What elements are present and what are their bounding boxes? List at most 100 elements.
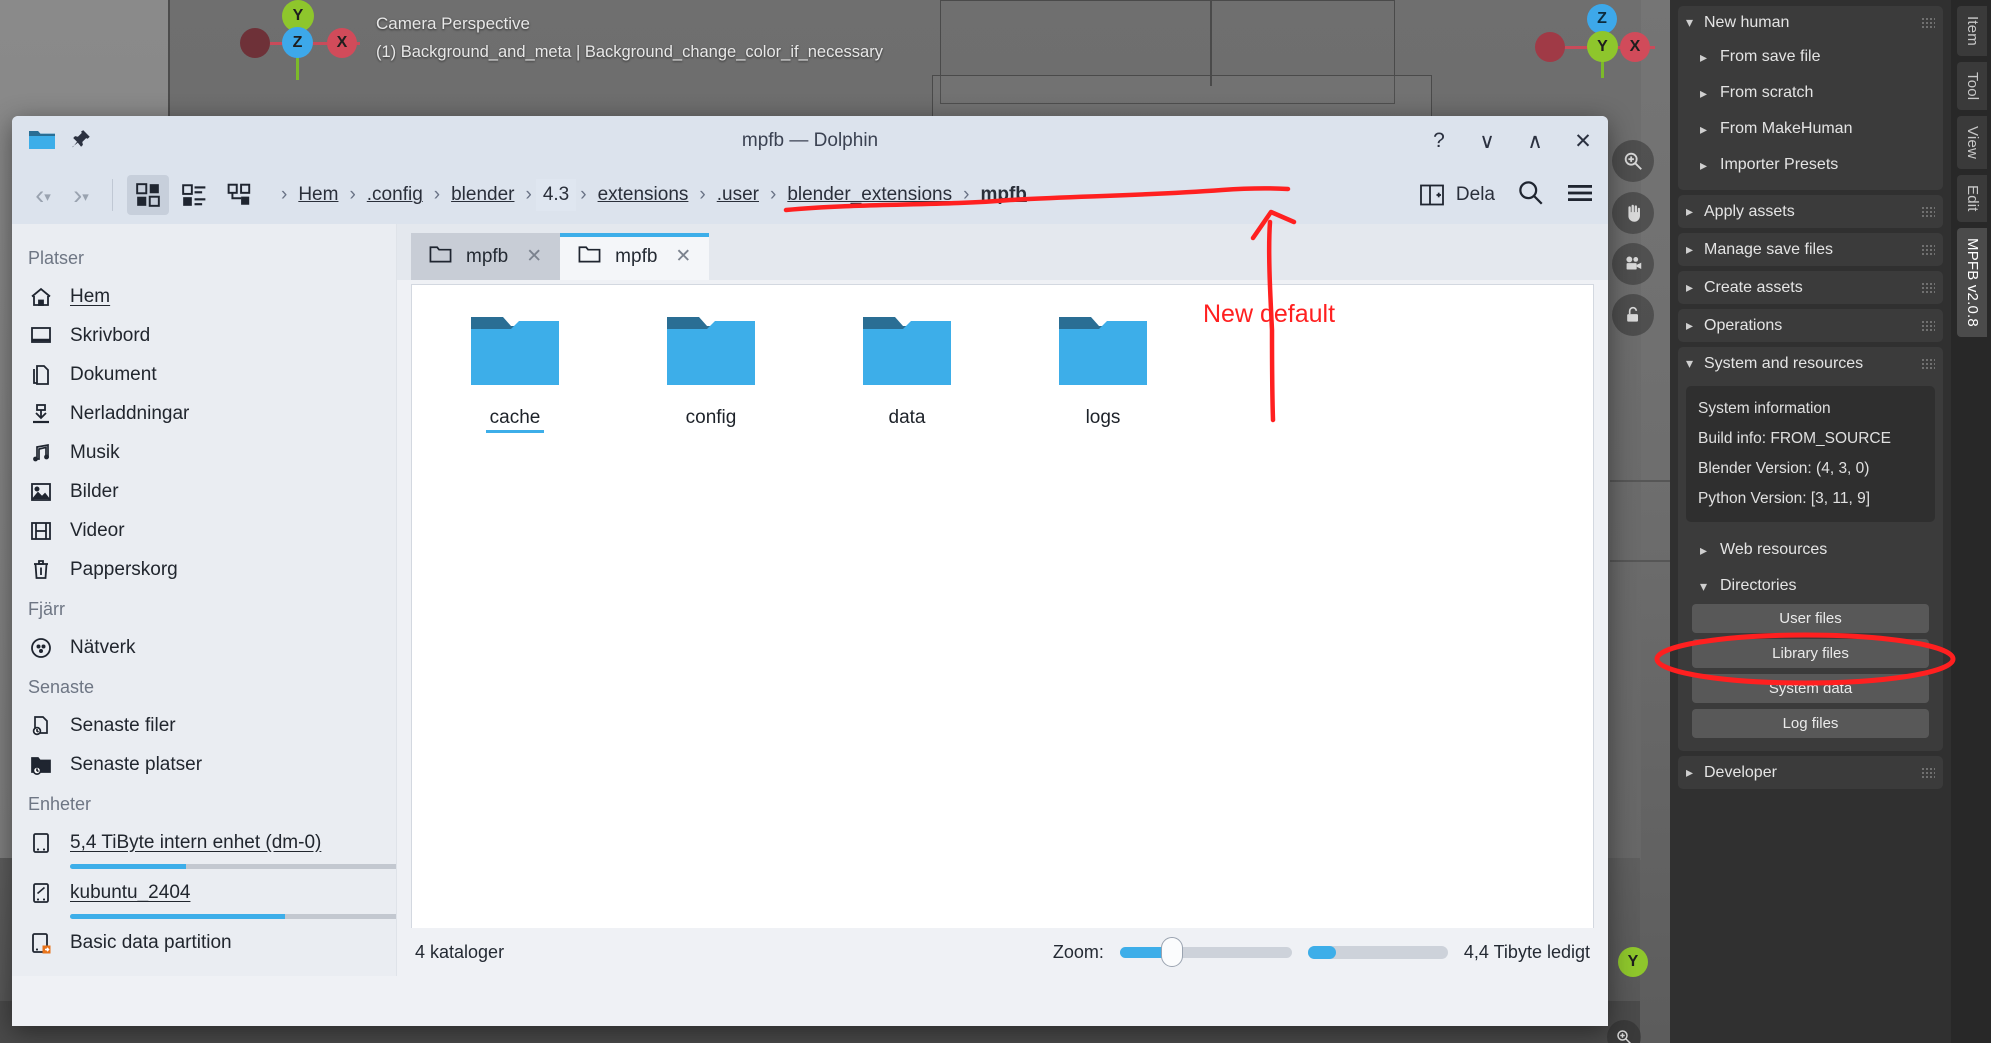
tab-item[interactable]: Item xyxy=(1957,6,1987,56)
panel-item-web-resources[interactable]: ▸ Web resources xyxy=(1678,532,1943,568)
maximize-button[interactable]: ∧ xyxy=(1524,129,1546,154)
chevron-down-icon: ▾ xyxy=(1686,14,1694,30)
drag-grip-icon[interactable] xyxy=(1921,767,1935,778)
user-files-button[interactable]: User files xyxy=(1692,604,1929,633)
breadcrumb-item-4-3[interactable]: 4.3 xyxy=(535,179,577,211)
sidebar-item-musik[interactable]: Musik xyxy=(12,433,396,472)
panel-header-new-human[interactable]: ▾ New human xyxy=(1678,6,1943,39)
sidebar-item-natverk[interactable]: Nätverk xyxy=(12,628,396,667)
hamburger-menu-icon[interactable] xyxy=(1566,181,1594,210)
breadcrumb-item-blender-extensions[interactable]: blender_extensions xyxy=(780,179,959,211)
sidebar-item-hem[interactable]: Hem xyxy=(12,277,396,316)
panel-item-directories[interactable]: ▾ Directories xyxy=(1678,568,1943,604)
file-grid-area[interactable]: cache config data logs xyxy=(411,284,1594,928)
axis-ball-neg-x[interactable] xyxy=(240,28,270,58)
axis-ball-y-bottom[interactable]: Y xyxy=(1618,947,1648,977)
axis-ball-neg-x-2[interactable] xyxy=(1535,32,1565,62)
lock-icon[interactable] xyxy=(1612,294,1654,336)
breadcrumb-item-extensions[interactable]: extensions xyxy=(591,179,696,211)
drag-grip-icon[interactable] xyxy=(1921,17,1935,28)
file-tab-2[interactable]: mpfb ✕ xyxy=(560,233,710,280)
dolphin-titlebar[interactable]: mpfb — Dolphin ? ∨ ∧ ✕ xyxy=(12,116,1608,166)
minimize-button[interactable]: ∨ xyxy=(1476,129,1498,154)
panel-item-label: Importer Presets xyxy=(1720,156,1839,173)
breadcrumb-item-user[interactable]: .user xyxy=(710,179,766,211)
axis-ball-z-2[interactable]: Z xyxy=(1587,4,1617,34)
drag-grip-icon[interactable] xyxy=(1921,358,1935,369)
file-item-logs[interactable]: logs xyxy=(1038,313,1168,433)
sidebar-item-kubuntu-2404[interactable]: kubuntu_2404 xyxy=(12,873,396,912)
tab-tool[interactable]: Tool xyxy=(1957,61,1987,111)
sidebar-item-dokument[interactable]: Dokument xyxy=(12,355,396,394)
recent-places-icon xyxy=(28,752,54,778)
library-files-button[interactable]: Library files xyxy=(1692,639,1929,668)
breadcrumb-item-blender[interactable]: blender xyxy=(444,179,521,211)
panel-header-system-and-resources[interactable]: ▾ System and resources xyxy=(1678,347,1943,380)
drag-grip-icon[interactable] xyxy=(1921,320,1935,331)
hand-icon[interactable] xyxy=(1612,192,1654,234)
close-button[interactable]: ✕ xyxy=(1572,129,1594,154)
sidebar-item-papperskorg[interactable]: Papperskorg xyxy=(12,550,396,589)
zoom-slider-handle[interactable] xyxy=(1161,936,1184,967)
axis-gizmo-right[interactable]: Z Y X xyxy=(1525,0,1665,95)
breadcrumb-item-mpfb[interactable]: mpfb xyxy=(973,179,1033,211)
places-sidebar[interactable]: Platser Hem Skrivbord Dokument Nerladdni… xyxy=(12,224,397,976)
tab-mpfb[interactable]: MPFB v2.0.8 xyxy=(1957,228,1987,337)
panel-header-apply-assets[interactable]: ▸ Apply assets xyxy=(1678,195,1943,228)
file-item-cache[interactable]: cache xyxy=(450,313,580,433)
panel-item-from-save-file[interactable]: ▸ From save file xyxy=(1678,39,1943,75)
close-tab-icon[interactable]: ✕ xyxy=(675,245,691,268)
sidebar-item-internal-drive[interactable]: 5,4 TiByte intern enhet (dm-0) xyxy=(12,823,396,862)
chevron-right-icon: ▸ xyxy=(1700,120,1708,137)
breadcrumb-item-hem[interactable]: Hem xyxy=(291,179,345,211)
sidebar-item-bilder[interactable]: Bilder xyxy=(12,472,396,511)
details-view-button[interactable] xyxy=(219,175,261,215)
zoom-icon[interactable] xyxy=(1612,140,1654,182)
file-item-data[interactable]: data xyxy=(842,313,972,433)
axis-ball-z[interactable]: Z xyxy=(282,27,313,58)
sidebar-item-videor[interactable]: Videor xyxy=(12,511,396,550)
sidebar-item-nerladdningar[interactable]: Nerladdningar xyxy=(12,394,396,433)
back-button[interactable]: ‹▾ xyxy=(26,180,60,211)
file-tab-1[interactable]: mpfb ✕ xyxy=(411,233,561,280)
file-item-config[interactable]: config xyxy=(646,313,776,433)
breadcrumb-item-config[interactable]: .config xyxy=(360,179,430,211)
split-view-button[interactable]: Dela xyxy=(1420,183,1495,207)
sidebar-item-senaste-platser[interactable]: Senaste platser xyxy=(12,745,396,784)
axis-ball-x[interactable]: X xyxy=(327,28,357,58)
forward-button[interactable]: ›▾ xyxy=(64,180,98,211)
axis-gizmo-left[interactable]: Y Z X xyxy=(230,0,370,90)
sidebar-item-skrivbord[interactable]: Skrivbord xyxy=(12,316,396,355)
help-button[interactable]: ? xyxy=(1428,129,1450,153)
close-tab-icon[interactable]: ✕ xyxy=(526,245,542,268)
breadcrumb[interactable]: › Hem › .config › blender › 4.3 › extens… xyxy=(279,179,1404,211)
drag-grip-icon[interactable] xyxy=(1921,282,1935,293)
dolphin-window[interactable]: mpfb — Dolphin ? ∨ ∧ ✕ ‹▾ ›▾ › Hem › .co… xyxy=(12,116,1608,1026)
breadcrumb-separator: › xyxy=(433,184,441,205)
zoom-slider[interactable] xyxy=(1119,936,1292,967)
panel-header-operations[interactable]: ▸ Operations xyxy=(1678,309,1943,342)
axis-ball-x-2[interactable]: X xyxy=(1620,32,1650,62)
sidebar-item-senaste-filer[interactable]: Senaste filer xyxy=(12,706,396,745)
panel-header-developer[interactable]: ▸ Developer xyxy=(1678,756,1943,789)
search-icon[interactable] xyxy=(1517,179,1544,211)
compact-view-button[interactable] xyxy=(173,175,215,215)
axis-ball-y-2[interactable]: Y xyxy=(1587,31,1618,62)
system-data-button[interactable]: System data xyxy=(1692,674,1929,703)
panel-item-from-makehuman[interactable]: ▸ From MakeHuman xyxy=(1678,111,1943,147)
back-dropdown-icon[interactable]: ▾ xyxy=(44,188,51,203)
pin-icon[interactable] xyxy=(70,128,92,155)
panel-item-from-scratch[interactable]: ▸ From scratch xyxy=(1678,75,1943,111)
drag-grip-icon[interactable] xyxy=(1921,244,1935,255)
tab-view[interactable]: View xyxy=(1957,116,1987,170)
drag-grip-icon[interactable] xyxy=(1921,206,1935,217)
panel-header-create-assets[interactable]: ▸ Create assets xyxy=(1678,271,1943,304)
panel-header-manage-save-files[interactable]: ▸ Manage save files xyxy=(1678,233,1943,266)
icons-view-button[interactable] xyxy=(127,175,169,215)
panel-item-importer-presets[interactable]: ▸ Importer Presets xyxy=(1678,147,1943,183)
log-files-button[interactable]: Log files xyxy=(1692,709,1929,738)
sidebar-item-basic-data-partition[interactable]: Basic data partition xyxy=(12,923,396,962)
forward-dropdown-icon[interactable]: ▾ xyxy=(82,188,89,203)
camera-icon[interactable] xyxy=(1612,243,1654,285)
tab-edit[interactable]: Edit xyxy=(1957,175,1987,223)
